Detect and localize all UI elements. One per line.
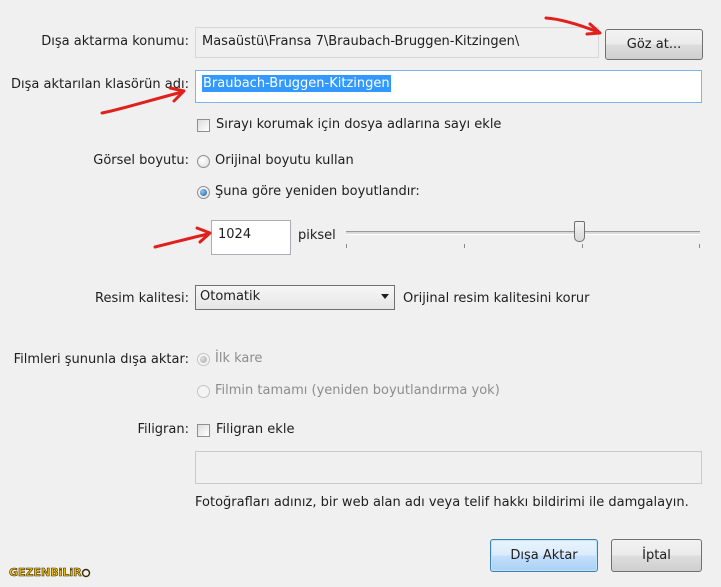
watermark-text-input[interactable] — [195, 451, 702, 484]
size-slider[interactable] — [344, 220, 702, 252]
size-slider-ticks — [346, 244, 700, 248]
watermark-checkbox-label: Filigran ekle — [216, 422, 295, 437]
quality-select[interactable]: Otomatik — [195, 285, 395, 310]
original-size-label: Orijinal boyutu kullan — [215, 153, 354, 168]
browse-button[interactable]: Göz at... — [605, 29, 703, 60]
original-size-radio[interactable] — [197, 155, 210, 168]
order-checkbox[interactable] — [197, 119, 210, 132]
folder-name-selection: Braubach-Bruggen-Kitzingen — [202, 75, 391, 92]
folder-name-input[interactable]: Braubach-Bruggen-Kitzingen — [195, 70, 702, 103]
first-frame-label: İlk kare — [215, 351, 263, 366]
annotation-arrow-browse — [544, 16, 602, 36]
export-location-field: Masaüstü\Fransa 7\Braubach-Bruggen-Kitzi… — [195, 27, 599, 58]
whole-movie-label: Filmin tamamı (yeniden boyutlandırma yok… — [215, 383, 500, 398]
resize-label: Şuna göre yeniden boyutlandır: — [215, 184, 420, 199]
pixel-unit-label: piksel — [298, 228, 336, 243]
chevron-down-icon — [381, 294, 389, 299]
logo-graphic: GEZENBiLiR — [9, 566, 91, 579]
size-slider-track — [346, 231, 700, 235]
gezenbilir-logo: GEZENBiLiR — [8, 561, 93, 581]
watermark-hint: Fotoğrafları adınız, bir web alan adı ve… — [195, 495, 689, 510]
quality-label: Resim kalitesi: — [95, 291, 189, 306]
quality-selected-value: Otomatik — [200, 289, 261, 304]
watermark-label: Filigran: — [137, 422, 189, 437]
movies-label: Filmleri şununla dışa aktar: — [13, 352, 189, 367]
first-frame-radio[interactable] — [197, 353, 210, 366]
image-size-label: Görsel boyutu: — [93, 153, 189, 168]
export-location-label: Dışa aktarma konumu: — [41, 34, 189, 49]
size-slider-thumb[interactable] — [574, 221, 586, 242]
watermark-checkbox[interactable] — [197, 424, 210, 437]
export-button[interactable]: Dışa Aktar — [490, 539, 598, 572]
pixel-size-input[interactable]: 1024 — [211, 220, 291, 255]
whole-movie-radio[interactable] — [197, 385, 210, 398]
resize-radio[interactable] — [197, 186, 210, 199]
quality-note: Orijinal resim kalitesini korur — [403, 291, 590, 306]
order-checkbox-label: Sırayı korumak için dosya adlarına sayı … — [216, 117, 502, 132]
svg-text:GEZENBiLiR: GEZENBiLiR — [9, 566, 82, 579]
annotation-arrow-pixels — [153, 226, 212, 249]
cancel-button[interactable]: İptal — [611, 539, 702, 572]
annotation-arrow-folder — [100, 86, 186, 115]
